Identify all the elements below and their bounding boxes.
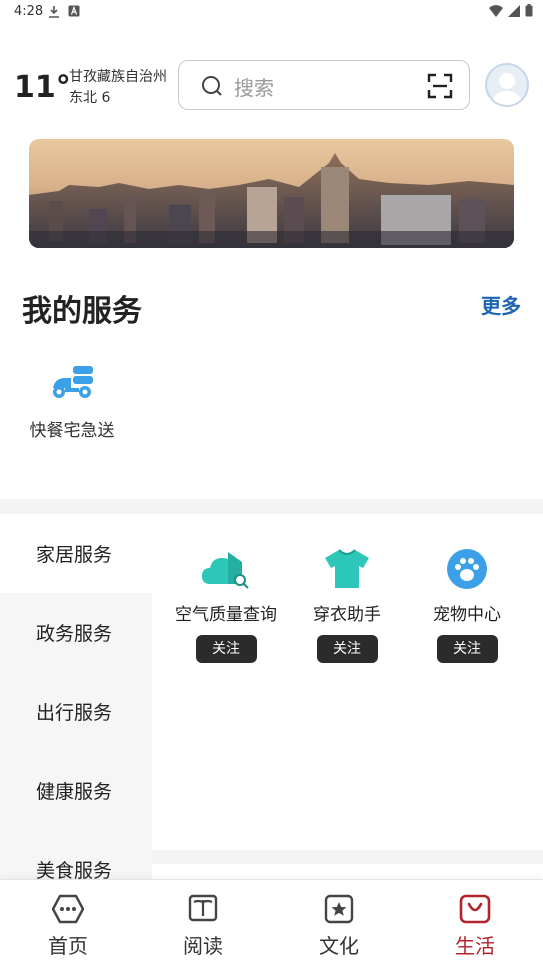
status-time: 4:28 — [14, 4, 44, 19]
temperature: 11° — [14, 70, 71, 105]
service-item[interactable]: 空气质量查询 关注 — [166, 548, 286, 663]
nav-label: 文化 — [319, 934, 359, 958]
category-government[interactable]: 政务服务 — [0, 593, 152, 672]
nav-life[interactable]: 生活 — [430, 894, 520, 959]
cloud-house-icon — [202, 552, 249, 589]
nav-culture[interactable]: 文化 — [294, 894, 384, 959]
nav-home[interactable]: 首页 — [23, 894, 113, 959]
follow-button[interactable]: 关注 — [195, 635, 257, 663]
signal-icon — [508, 4, 520, 17]
service-item-label: 宠物中心 — [433, 605, 501, 625]
follow-button[interactable]: 关注 — [436, 635, 498, 663]
category-health[interactable]: 健康服务 — [0, 751, 152, 830]
category-home[interactable]: 家居服务 — [0, 514, 152, 593]
scooter-icon — [53, 366, 93, 398]
home-icon — [51, 894, 85, 924]
star-badge-icon — [324, 894, 354, 924]
category-list: 家居服务 政务服务 出行服务 健康服务 美食服务 — [0, 514, 152, 880]
category-food[interactable]: 美食服务 — [0, 830, 152, 880]
service-item-label: 空气质量查询 — [175, 605, 277, 625]
service-item-label: 穿衣助手 — [313, 605, 381, 625]
search-icon — [202, 76, 222, 96]
download-icon — [49, 6, 59, 18]
nav-label: 首页 — [48, 934, 88, 958]
search-bar[interactable]: 搜索 — [178, 60, 470, 110]
service-item[interactable]: 穿衣助手 关注 — [287, 548, 407, 663]
battery-icon — [525, 4, 533, 17]
more-link[interactable]: 更多 — [481, 290, 521, 319]
tshirt-icon — [325, 549, 369, 588]
service-item[interactable]: 宠物中心 关注 — [407, 548, 527, 663]
scan-icon[interactable] — [427, 73, 453, 99]
nav-reading[interactable]: 阅读 — [158, 894, 248, 959]
paw-icon — [447, 549, 487, 589]
service-label: 快餐宅急送 — [29, 421, 115, 441]
section-divider — [0, 499, 543, 514]
nav-label: 阅读 — [183, 934, 223, 958]
weather-location: 甘孜藏族自治州 东北 6 — [69, 67, 167, 109]
category-content: 空气质量查询 关注 穿衣助手 关注 宠物中心 关注 — [152, 514, 543, 850]
search-input[interactable]: 搜索 — [234, 72, 274, 101]
bag-icon — [459, 894, 491, 924]
avatar[interactable] — [485, 63, 529, 107]
follow-button[interactable]: 关注 — [316, 635, 378, 663]
content-divider — [152, 850, 543, 864]
location-name: 甘孜藏族自治州 — [69, 69, 167, 85]
book-icon — [188, 894, 218, 922]
notification-a-icon — [68, 5, 80, 17]
my-services-title: 我的服务 — [22, 294, 142, 329]
wifi-icon — [489, 4, 503, 17]
nav-label: 生活 — [455, 934, 495, 958]
bottom-nav: 首页 阅读 文化 生活 — [0, 879, 543, 967]
city-banner[interactable] — [29, 139, 514, 248]
service-tile[interactable]: 快餐宅急送 — [26, 362, 118, 441]
city-skyline-image — [29, 139, 514, 248]
wind-info: 东北 6 — [69, 90, 111, 106]
category-travel[interactable]: 出行服务 — [0, 672, 152, 751]
user-avatar-icon — [491, 73, 523, 105]
status-bar: 4:28 — [0, 0, 543, 24]
